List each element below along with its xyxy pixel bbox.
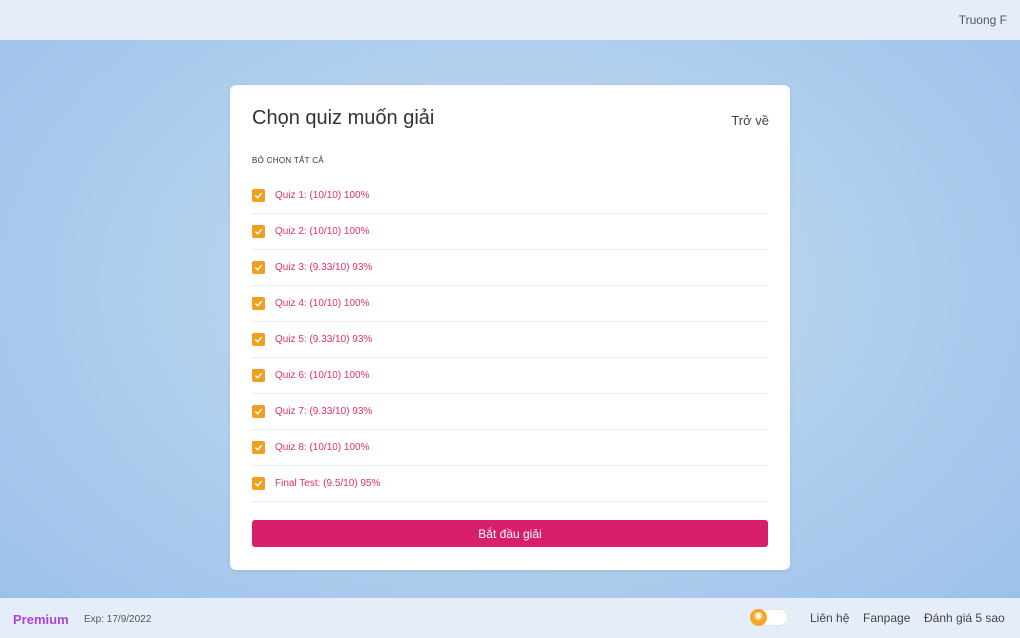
quiz-item[interactable]: Quiz 6: (10/10) 100%	[252, 358, 768, 394]
check-icon	[254, 264, 263, 271]
quiz-selection-card: Chọn quiz muốn giải Trở về Bỏ chọn tất c…	[230, 85, 790, 570]
quiz-item[interactable]: Final Test: (9.5/10) 95%	[252, 466, 768, 502]
footer-bar: Premium Exp: 17/9/2022 ✺ Liên hệ Fanpage…	[0, 598, 1020, 638]
premium-badge: Premium	[13, 612, 69, 627]
quiz-label: Quiz 5: (9.33/10) 93%	[275, 334, 373, 345]
expiry-date: Exp: 17/9/2022	[84, 614, 152, 625]
start-quiz-button[interactable]: Bắt đầu giải	[252, 520, 768, 547]
check-icon	[254, 336, 263, 343]
quiz-item[interactable]: Quiz 8: (10/10) 100%	[252, 430, 768, 466]
sun-icon: ✺	[750, 609, 767, 626]
quiz-item[interactable]: Quiz 4: (10/10) 100%	[252, 286, 768, 322]
checkbox-checked[interactable]	[252, 477, 265, 490]
checkbox-checked[interactable]	[252, 297, 265, 310]
quiz-label: Quiz 7: (9.33/10) 93%	[275, 406, 373, 417]
checkbox-checked[interactable]	[252, 261, 265, 274]
back-link[interactable]: Trở về	[731, 113, 769, 128]
quiz-label: Quiz 4: (10/10) 100%	[275, 298, 370, 309]
checkbox-checked[interactable]	[252, 333, 265, 346]
fanpage-link[interactable]: Fanpage	[863, 611, 910, 625]
check-icon	[254, 192, 263, 199]
checkbox-checked[interactable]	[252, 225, 265, 238]
check-icon	[254, 408, 263, 415]
quiz-list: Quiz 1: (10/10) 100% Quiz 2: (10/10) 100…	[252, 178, 768, 502]
check-icon	[254, 480, 263, 487]
quiz-label: Quiz 6: (10/10) 100%	[275, 370, 370, 381]
checkbox-checked[interactable]	[252, 405, 265, 418]
quiz-label: Quiz 8: (10/10) 100%	[275, 442, 370, 453]
quiz-label: Quiz 3: (9.33/10) 93%	[275, 262, 373, 273]
theme-toggle[interactable]: ✺	[750, 609, 788, 626]
rate-five-stars-link[interactable]: Đánh giá 5 sao	[924, 611, 1005, 625]
quiz-item[interactable]: Quiz 2: (10/10) 100%	[252, 214, 768, 250]
user-name[interactable]: Truong F	[959, 13, 1007, 27]
checkbox-checked[interactable]	[252, 441, 265, 454]
contact-link[interactable]: Liên hệ	[810, 611, 849, 625]
deselect-all-link[interactable]: Bỏ chọn tất cả	[252, 156, 324, 165]
check-icon	[254, 372, 263, 379]
checkbox-checked[interactable]	[252, 189, 265, 202]
card-title: Chọn quiz muốn giải	[252, 107, 435, 129]
quiz-item[interactable]: Quiz 5: (9.33/10) 93%	[252, 322, 768, 358]
quiz-label: Quiz 1: (10/10) 100%	[275, 190, 370, 201]
quiz-item[interactable]: Quiz 3: (9.33/10) 93%	[252, 250, 768, 286]
quiz-label: Final Test: (9.5/10) 95%	[275, 478, 381, 489]
quiz-label: Quiz 2: (10/10) 100%	[275, 226, 370, 237]
check-icon	[254, 444, 263, 451]
top-bar: Truong F	[0, 0, 1020, 40]
quiz-item[interactable]: Quiz 1: (10/10) 100%	[252, 178, 768, 214]
check-icon	[254, 228, 263, 235]
checkbox-checked[interactable]	[252, 369, 265, 382]
check-icon	[254, 300, 263, 307]
quiz-item[interactable]: Quiz 7: (9.33/10) 93%	[252, 394, 768, 430]
